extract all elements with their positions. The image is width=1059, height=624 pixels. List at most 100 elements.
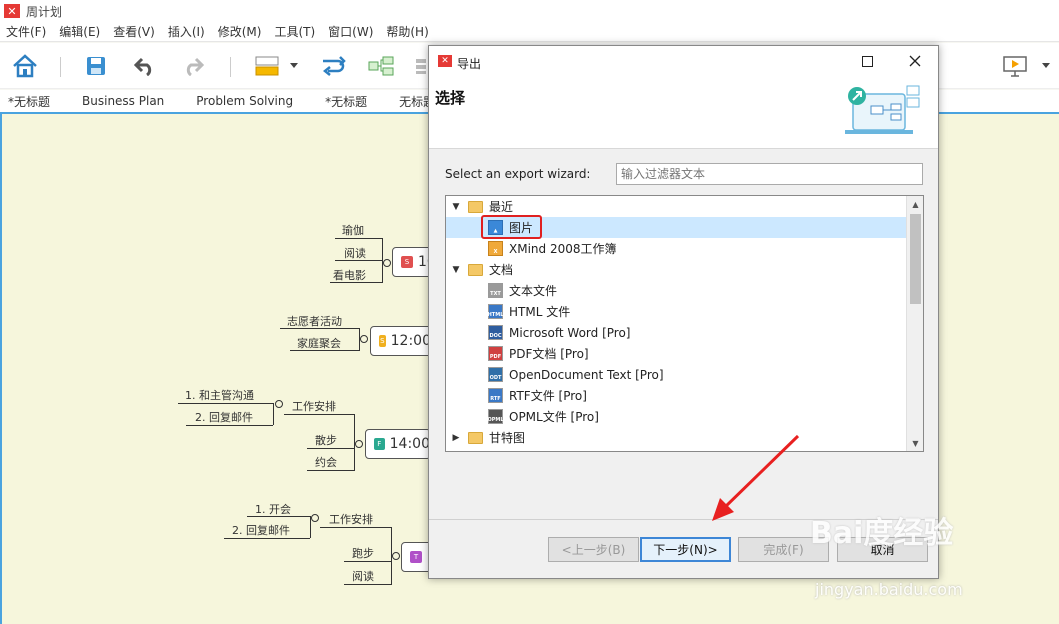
tree-label: XMind 2008工作簿 [509,242,617,256]
mm-badge: T [410,551,422,563]
back-button[interactable]: <上一步(B) [548,537,639,562]
annotation-highlight-box [481,215,542,239]
undo-icon[interactable] [130,51,160,81]
tab-untitled-2[interactable]: *无标题 [325,93,367,110]
tree-item-text[interactable]: TXT 文本文件 [446,280,906,301]
next-button[interactable]: 下一步(N)> [640,537,731,562]
mm-time-node[interactable]: F 14:00 [365,429,431,459]
mm-subleaf[interactable]: 1. 和主管沟通 [185,387,254,403]
watermark-url: jingyan.baidu.com [815,580,963,599]
mm-connector [178,403,273,404]
tree-scrollbar[interactable]: ▲ ▼ [906,196,923,451]
mm-collapse-dot[interactable] [311,514,319,522]
mm-connector [335,238,383,239]
mm-collapse-dot[interactable] [392,552,400,560]
app-title: 周计划 [26,4,63,19]
mm-collapse-dot[interactable] [275,400,283,408]
mm-collapse-dot[interactable] [383,259,391,267]
mm-connector [330,282,383,283]
mm-subleaf[interactable]: 2. 回复邮件 [195,409,253,425]
more-tool-icon[interactable] [412,51,428,81]
redo-icon[interactable] [178,51,208,81]
app-titlebar: ✕ 周计划 [0,0,1059,22]
annotation-arrow-icon [712,434,800,521]
menu-window[interactable]: 窗口(W) [328,23,373,40]
mm-leaf[interactable]: 家庭聚会 [297,335,341,351]
presentation-icon[interactable] [1000,51,1030,81]
tree-folder-recent[interactable]: ▼ 最近 [446,196,906,217]
tab-problem-solving[interactable]: Problem Solving [196,94,293,108]
mm-leaf[interactable]: 看电影 [333,267,366,283]
tree-folder-documents[interactable]: ▼ 文档 [446,259,906,280]
mm-branch[interactable]: 工作安排 [329,511,373,527]
chevron-right-icon[interactable]: ▶ [450,433,462,443]
mm-connector [307,470,355,471]
tree-item-odt[interactable]: ODT OpenDocument Text [Pro] [446,364,906,385]
chevron-down-icon[interactable]: ▼ [450,202,462,212]
menu-insert[interactable]: 插入(I) [168,23,205,40]
tree-item-xmind2008[interactable]: X XMind 2008工作簿 [446,238,906,259]
xmind-logo-icon: ✕ [4,4,20,18]
menu-edit[interactable]: 编辑(E) [59,23,100,40]
structure-icon[interactable] [366,51,396,81]
home-icon[interactable] [10,51,40,81]
tree-item-rtf[interactable]: RTF RTF文件 [Pro] [446,385,906,406]
mm-connector [335,260,383,261]
chevron-down-icon[interactable]: ▼ [450,265,462,275]
mm-leaf[interactable]: 跑步 [352,545,374,561]
mm-badge: S [401,256,413,268]
maximize-icon[interactable] [853,50,881,72]
filter-input[interactable] [616,163,923,185]
menu-tools[interactable]: 工具(T) [274,23,315,40]
doc-icon: DOC [488,325,503,340]
xmind-icon: X [488,241,503,256]
close-icon[interactable] [901,50,929,72]
relationship-icon[interactable] [318,51,348,81]
scroll-down-icon[interactable]: ▼ [907,435,923,451]
tree-item-html[interactable]: HTML HTML 文件 [446,301,906,322]
mm-connector [290,350,360,351]
tree-label: PDF文档 [Pro] [509,347,589,361]
tree-item-opml[interactable]: OPML OPML文件 [Pro] [446,406,906,427]
mm-branch[interactable]: 工作安排 [292,398,336,414]
mm-subleaf[interactable]: 2. 回复邮件 [232,522,290,538]
mm-connector [284,414,354,415]
tree-item-pdf[interactable]: PDF PDF文档 [Pro] [446,343,906,364]
mm-leaf[interactable]: 瑜伽 [342,222,364,238]
save-icon[interactable] [81,51,111,81]
tab-business-plan[interactable]: Business Plan [82,94,164,108]
chevron-down-icon[interactable] [1038,51,1054,81]
folder-icon [468,200,483,213]
menu-help[interactable]: 帮助(H) [386,23,428,40]
mm-connector [344,584,392,585]
tree-folder-gantt[interactable]: ▶ 甘特图 [446,427,906,448]
mm-subleaf[interactable]: 1. 开会 [255,501,291,517]
mm-leaf[interactable]: 阅读 [344,245,366,261]
mm-connector [224,538,310,539]
mm-leaf[interactable]: 散步 [315,432,337,448]
mm-leaf[interactable]: 阅读 [352,568,374,584]
scroll-thumb[interactable] [910,214,921,304]
mm-collapse-dot[interactable] [360,335,368,343]
topic-style-icon[interactable] [252,51,282,81]
tree-label: 文本文件 [509,284,558,298]
scroll-up-icon[interactable]: ▲ [907,196,923,212]
tree-label: OpenDocument Text [Pro] [509,367,664,382]
mm-leaf[interactable]: 约会 [315,454,337,470]
mm-time-label: 12:00 [390,333,431,349]
odt-icon: ODT [488,367,503,382]
chevron-down-icon[interactable] [287,51,301,81]
mm-time-node[interactable]: S 12:00 [370,326,432,356]
menu-file[interactable]: 文件(F) [6,23,46,40]
mm-connector [344,561,392,562]
tab-untitled-1[interactable]: *无标题 [8,93,50,110]
watermark: Bai度经验 [810,516,954,551]
folder-icon [468,431,483,444]
menu-view[interactable]: 查看(V) [113,23,155,40]
mm-leaf[interactable]: 志愿者活动 [287,313,342,329]
tree-label: 文档 [489,263,514,277]
tree-label: OPML文件 [Pro] [509,410,599,424]
menu-modify[interactable]: 修改(M) [218,23,262,40]
mm-collapse-dot[interactable] [355,440,363,448]
tree-item-word[interactable]: DOC Microsoft Word [Pro] [446,322,906,343]
